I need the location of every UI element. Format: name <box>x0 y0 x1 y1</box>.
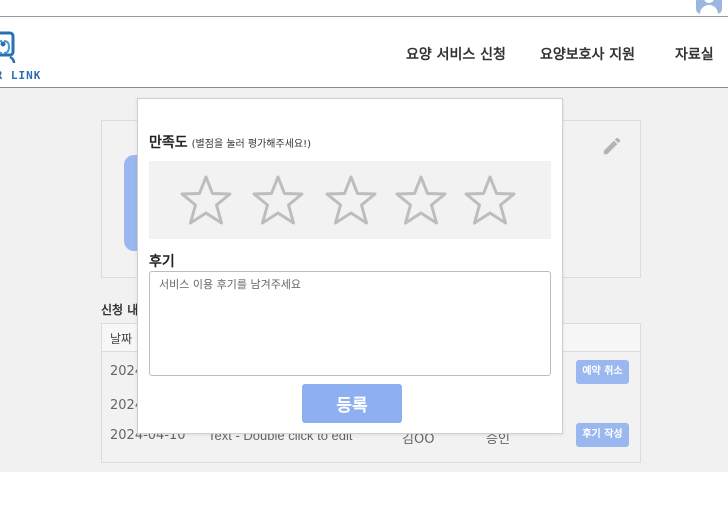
pencil-icon[interactable] <box>601 135 623 157</box>
star-rating <box>149 161 551 239</box>
user-icon[interactable] <box>696 0 722 14</box>
rating-hint: (별점을 눌러 평가해주세요!) <box>191 139 312 150</box>
star-icon[interactable] <box>324 174 378 228</box>
nav-resources[interactable]: 자료실 <box>675 44 714 64</box>
nav-care-service[interactable]: 요양 서비스 신청 <box>406 44 506 64</box>
star-icon[interactable] <box>394 174 448 228</box>
section-title: 신청 내 <box>101 303 139 317</box>
rating-label: 만족도 <box>149 135 188 151</box>
site-header: OR LINK 요양 서비스 신청 요양보호사 지원 자료실 <box>0 17 728 88</box>
star-icon[interactable] <box>179 174 233 228</box>
logo-icon <box>0 31 16 64</box>
review-label: 후기 <box>149 254 175 270</box>
logo-text: OR LINK <box>0 69 42 82</box>
review-input[interactable] <box>149 271 551 376</box>
star-icon[interactable] <box>251 174 305 228</box>
cancel-reservation-button[interactable]: 예약 취소 <box>576 360 629 384</box>
nav-caregiver-apply[interactable]: 요양보호사 지원 <box>540 44 635 64</box>
review-modal: 만족도(별점을 눌러 평가해주세요!) 후기 등록 <box>137 98 563 434</box>
header-date: 날짜 <box>110 332 133 346</box>
top-bar <box>0 0 728 17</box>
submit-button[interactable]: 등록 <box>302 384 402 423</box>
rating-heading: 만족도 (별점을 눌러 평가해주세요!) <box>149 132 311 152</box>
write-review-button[interactable]: 후기 작성 <box>576 423 629 447</box>
star-icon[interactable] <box>463 174 517 228</box>
